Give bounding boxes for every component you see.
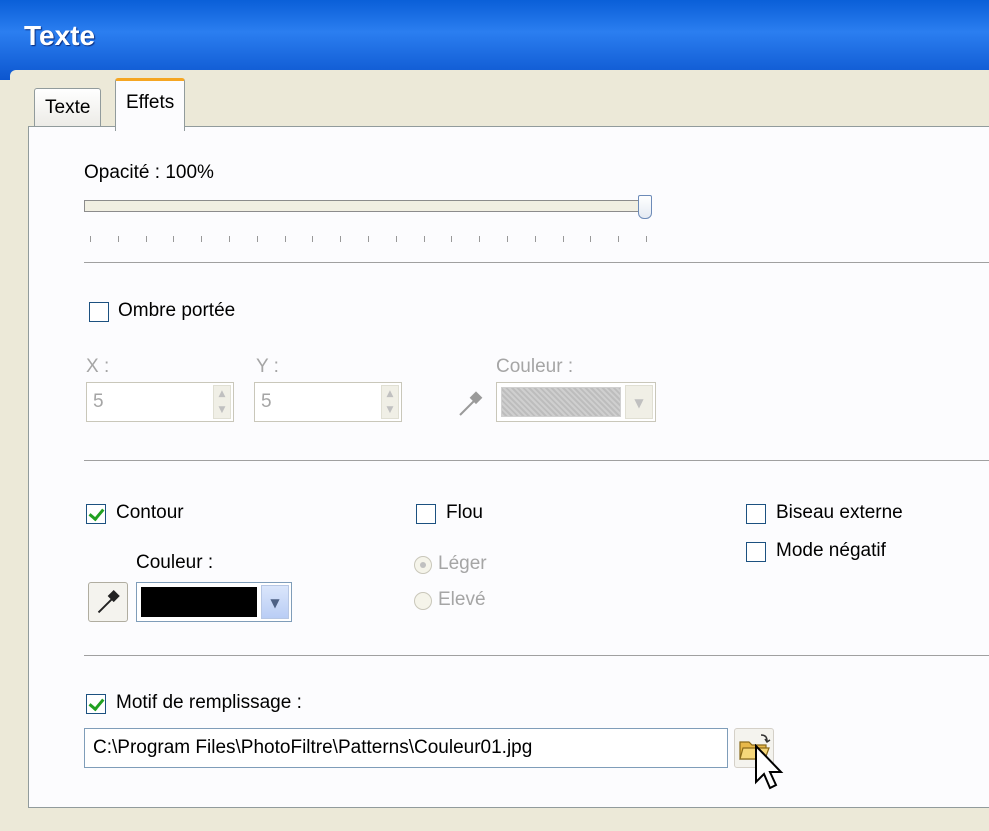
slider-tick <box>534 236 536 242</box>
slider-tick <box>395 236 397 242</box>
separator <box>84 262 989 263</box>
blur-light-label: Léger <box>438 553 487 574</box>
separator <box>84 460 989 461</box>
chevron-down-icon[interactable]: ▼ <box>261 585 289 619</box>
blur-high-radio[interactable] <box>414 592 432 610</box>
outline-color-dropdown[interactable]: ▼ <box>136 582 292 622</box>
eyedropper-icon[interactable] <box>88 582 128 622</box>
shadow-color-label: Couleur : <box>496 356 574 377</box>
mouse-cursor-icon <box>755 744 784 790</box>
outline-color-label: Couleur : <box>136 552 214 573</box>
slider-tick <box>618 236 620 242</box>
slider-tick <box>145 236 147 242</box>
opacity-slider-thumb[interactable] <box>638 195 652 219</box>
shadow-color-dropdown[interactable]: ▼ <box>496 382 656 422</box>
fill-pattern-label: Motif de remplissage : <box>116 692 302 713</box>
slider-tick <box>423 236 425 242</box>
slider-tick <box>284 236 286 242</box>
eyedropper-icon[interactable] <box>450 384 490 424</box>
fill-pattern-path-field[interactable]: C:\Program Files\PhotoFiltre\Patterns\Co… <box>84 728 728 768</box>
outline-color-swatch <box>141 587 257 617</box>
slider-tick <box>117 236 119 242</box>
negative-mode-label: Mode négatif <box>776 540 886 561</box>
y-offset-spin-buttons[interactable]: ▲ ▼ <box>381 385 399 419</box>
negative-mode-checkbox[interactable] <box>746 542 766 562</box>
slider-tick <box>173 236 175 242</box>
slider-tick <box>562 236 564 242</box>
slider-tick <box>340 236 342 242</box>
slider-tick <box>90 236 91 242</box>
outline-label: Contour <box>116 502 184 523</box>
slider-tick <box>201 236 203 242</box>
y-offset-spinner[interactable]: 5 ▲ ▼ <box>254 382 402 422</box>
fill-pattern-checkbox[interactable] <box>86 694 106 714</box>
x-offset-spinner[interactable]: 5 ▲ ▼ <box>86 382 234 422</box>
drop-shadow-label: Ombre portée <box>118 300 236 321</box>
opacity-label: Opacité : 100% <box>84 162 214 183</box>
chevron-down-icon[interactable]: ▼ <box>625 385 653 419</box>
x-offset-spin-buttons[interactable]: ▲ ▼ <box>213 385 231 419</box>
blur-light-radio[interactable] <box>414 556 432 574</box>
x-offset-label: X : <box>86 356 110 377</box>
y-offset-label: Y : <box>256 356 279 377</box>
slider-tick <box>368 236 369 242</box>
slider-tick <box>479 236 481 242</box>
slider-tick <box>646 236 647 242</box>
drop-shadow-checkbox[interactable] <box>89 302 109 322</box>
slider-tick <box>229 236 230 242</box>
slider-tick <box>451 236 453 242</box>
blur-high-label: Elevé <box>438 589 486 610</box>
shadow-color-swatch <box>501 387 621 417</box>
x-offset-value: 5 <box>93 391 104 412</box>
opacity-slider-track[interactable] <box>84 200 650 212</box>
slider-tick <box>590 236 592 242</box>
separator <box>84 655 989 656</box>
slider-tick <box>256 236 258 242</box>
slider-tick <box>507 236 508 242</box>
bevel-checkbox[interactable] <box>746 504 766 524</box>
bevel-label: Biseau externe <box>776 502 903 523</box>
blur-label: Flou <box>446 502 483 523</box>
slider-tick <box>312 236 314 242</box>
y-offset-value: 5 <box>261 391 272 412</box>
blur-checkbox[interactable] <box>416 504 436 524</box>
outline-checkbox[interactable] <box>86 504 106 524</box>
